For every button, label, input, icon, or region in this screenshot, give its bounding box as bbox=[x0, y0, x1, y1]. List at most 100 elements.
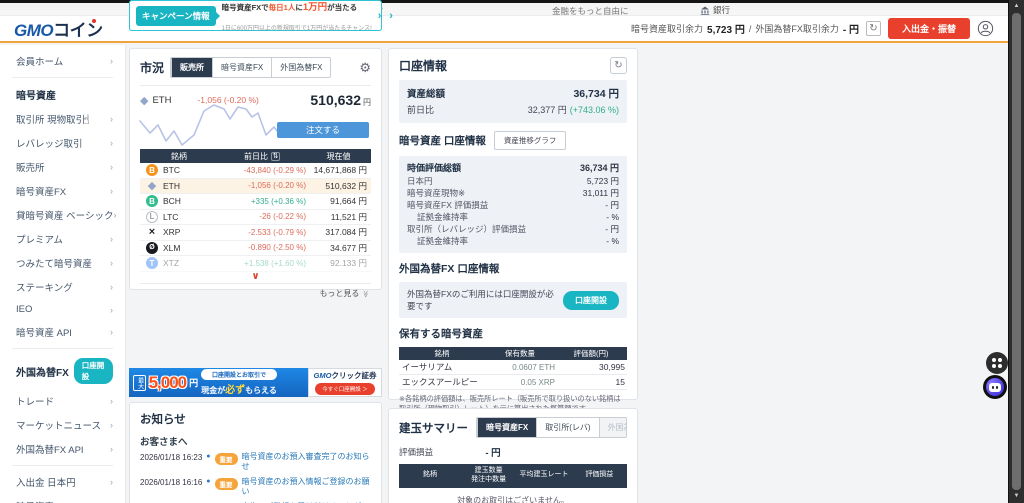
fx-open-account-button[interactable]: 口座開設 bbox=[563, 291, 619, 310]
holdings-row[interactable]: エックスアールピー 0.05 XRP 15 bbox=[399, 375, 627, 390]
sidebar-item[interactable]: プレミアム › bbox=[0, 227, 125, 251]
account-row-label: 暗号資産FX 評価損益 bbox=[407, 199, 488, 211]
see-more-link[interactable]: もっと見る ≫ bbox=[140, 283, 371, 303]
account-icon[interactable] bbox=[977, 20, 994, 37]
crypto-power-label: 暗号資産取引余力 bbox=[631, 22, 703, 35]
market-row[interactable]: TXTZ +1.538 (+1.60 %) 92.133 円 bbox=[140, 256, 371, 272]
bank-service-link[interactable]: 銀行 bbox=[700, 4, 730, 16]
fx-notice-box: 外国為替FXのご利用には口座開設が必要です 口座開設 bbox=[399, 282, 627, 318]
campaign-subtitle: 1日に600万円以上の新規取引で1万円が当たるチャンス! bbox=[222, 26, 372, 32]
sidebar-item[interactable]: 貸暗号資産 ベーシック › bbox=[0, 203, 125, 227]
sidebar-item[interactable]: 外国為替FX 口座開設 bbox=[0, 353, 125, 389]
sidebar-open-account-badge[interactable]: 口座開設 bbox=[74, 358, 113, 384]
fx-notice-text: 外国為替FXのご利用には口座開設が必要です bbox=[407, 288, 557, 312]
news-link[interactable]: 暗号資産のお預入情報ご登録のお願い bbox=[242, 477, 371, 498]
chevron-right-icon: › bbox=[113, 210, 116, 220]
sidebar-item[interactable]: IEO › bbox=[0, 299, 125, 320]
news-item[interactable]: 2026/01/18 16:16 ● 重要 暗号資産のお預入情報ご登録のお願い bbox=[140, 477, 371, 498]
expand-table-icon[interactable]: ∨ bbox=[140, 272, 371, 281]
sidebar-item-label: 貸暗号資産 ベーシック bbox=[16, 208, 113, 222]
market-row[interactable]: ØXLM -0.890 (-2.50 %) 34.677 円 bbox=[140, 241, 371, 257]
widget-menu-button[interactable] bbox=[986, 352, 1008, 374]
chevron-right-icon: › bbox=[110, 327, 113, 337]
market-row[interactable]: ×XRP -2.533 (-0.79 %) 317.084 円 bbox=[140, 225, 371, 241]
col-symbol: 銘柄 bbox=[140, 151, 218, 162]
sidebar-item-label: 販売所 bbox=[16, 160, 45, 174]
sidebar-item[interactable] bbox=[12, 465, 113, 466]
market-row[interactable]: LLTC -26 (-0.22 %) 11,521 円 bbox=[140, 210, 371, 226]
market-tabs: 販売所 暗号資産FX 外国為替FX bbox=[170, 57, 331, 78]
account-row: 日本円 5,723 円 bbox=[407, 175, 619, 187]
gmo-click-logo: GMOクリック証券 bbox=[314, 370, 377, 381]
sidebar-item[interactable]: つみたて暗号資産 › bbox=[0, 251, 125, 275]
coin-symbol: ETH bbox=[163, 181, 180, 191]
sidebar-item[interactable]: 会員ホーム › bbox=[0, 49, 125, 73]
scroll-up-icon[interactable]: ▲ bbox=[1009, 0, 1024, 13]
refresh-account-icon[interactable]: ↻ bbox=[610, 57, 627, 74]
market-tab[interactable]: 外国為替FX bbox=[271, 58, 330, 77]
ad-cash-line: 現金が必ずもらえる bbox=[201, 381, 277, 396]
news-date: 2026/01/18 16:16 bbox=[140, 477, 202, 487]
sidebar-item[interactable]: 入出金 日本円 › bbox=[0, 470, 125, 494]
col-price: 現在値 bbox=[306, 151, 371, 162]
pl-value: - 円 bbox=[399, 445, 587, 459]
refresh-balance-icon[interactable]: ↻ bbox=[866, 21, 881, 36]
gear-icon[interactable]: ⚙ bbox=[359, 60, 371, 76]
coin-change: -43,840 (-0.29 %) bbox=[218, 166, 306, 175]
sidebar-item[interactable]: 暗号資産 › bbox=[0, 494, 125, 503]
trading-power: 暗号資産取引余力 5,723 円 / 外国為替FX取引余力 - 円 bbox=[631, 21, 859, 36]
sidebar-item[interactable]: 取引所 現物取引 › bbox=[0, 107, 125, 131]
scrollbar-thumb[interactable] bbox=[1012, 13, 1021, 490]
sidebar-item-label: 外国為替FX bbox=[16, 364, 69, 379]
crypto-account-section-title: 暗号資産 口座情報 bbox=[399, 133, 486, 148]
sidebar-item[interactable]: 暗号資産 bbox=[0, 82, 125, 107]
sidebar-item[interactable]: トレード › bbox=[0, 389, 125, 413]
gmo-click-ad-banner[interactable]: 最大 5,000 円 口座開設とお取引で 現金が必ずもらえる GMOクリック証券… bbox=[129, 368, 382, 397]
positions-tab[interactable]: 取引所(レバ) bbox=[536, 418, 598, 437]
sidebar-item-label: IEO bbox=[16, 304, 32, 315]
coin-symbol: BTC bbox=[163, 165, 180, 175]
sidebar-item[interactable]: 外国為替FX API › bbox=[0, 437, 125, 461]
news-link[interactable]: 暗号資産のお預入審査完了のお知らせ bbox=[242, 452, 371, 473]
sidebar-item[interactable]: マーケットニュース › bbox=[0, 413, 125, 437]
sidebar-item[interactable]: ステーキング › bbox=[0, 275, 125, 299]
sidebar-item-label: トレード bbox=[16, 394, 54, 408]
holding-qty: 0.05 XRP bbox=[485, 378, 555, 387]
coin-change: -26 (-0.22 %) bbox=[218, 212, 306, 221]
sidebar-item[interactable]: レバレッジ取引 › bbox=[0, 131, 125, 155]
market-row[interactable]: BBTC -43,840 (-0.29 %) 14,671,868 円 bbox=[140, 163, 371, 179]
asset-graph-button[interactable]: 資産推移グラフ bbox=[494, 131, 567, 150]
positions-tab[interactable]: 暗号資産FX bbox=[477, 418, 536, 437]
holdings-row[interactable]: イーサリアム 0.0607 ETH 30,995 bbox=[399, 360, 627, 375]
gmo-coin-logo[interactable]: GMOコイン bbox=[14, 16, 105, 41]
ad-max-badge: 最大 bbox=[133, 375, 146, 391]
deposit-transfer-button[interactable]: 入出金・振替 bbox=[888, 18, 970, 39]
scroll-down-icon[interactable]: ▼ bbox=[1009, 490, 1024, 503]
chevron-right-icon: › bbox=[110, 138, 113, 148]
account-row-label: 取引所（レバレッジ）評価損益 bbox=[407, 223, 526, 235]
separator: / bbox=[749, 24, 752, 34]
positions-tab[interactable]: 外国為替FX bbox=[599, 418, 627, 437]
market-rows: BBTC -43,840 (-0.29 %) 14,671,868 円 ◆ETH… bbox=[140, 163, 371, 272]
window-scrollbar[interactable]: ▲ ▼ bbox=[1008, 0, 1024, 503]
market-row[interactable]: BBCH +335 (+0.36 %) 91,664 円 bbox=[140, 194, 371, 210]
news-item[interactable]: 2026/01/18 16:23 ● 重要 暗号資産のお預入審査完了のお知らせ bbox=[140, 452, 371, 473]
chatbot-button[interactable] bbox=[983, 375, 1007, 399]
sidebar-item[interactable]: 暗号資産 API › bbox=[0, 320, 125, 344]
campaign-banner[interactable]: キャンペーン情報 暗号資産FXで毎日1人に1万円が当たる 1日に600万円以上の… bbox=[129, 0, 382, 31]
sidebar-item[interactable]: 暗号資産FX › bbox=[0, 179, 125, 203]
holding-name: エックスアールピー bbox=[399, 376, 485, 388]
sidebar-item[interactable] bbox=[12, 77, 113, 78]
sidebar-item[interactable] bbox=[12, 348, 113, 349]
order-button[interactable]: 注文する bbox=[277, 122, 369, 138]
ad-cta-button[interactable]: 今すぐ口座開設 ＞ bbox=[315, 383, 375, 395]
market-tab[interactable]: 販売所 bbox=[171, 58, 212, 77]
sort-icon[interactable]: ⇅ bbox=[271, 152, 280, 161]
sidebar-item[interactable]: 販売所 › bbox=[0, 155, 125, 179]
account-row: 暗号資産現物※ 31,011 円 bbox=[407, 187, 619, 199]
col-qty: 保有数量 bbox=[485, 348, 555, 359]
market-row[interactable]: ◆ETH -1,056 (-0.20 %) 510,632 円 bbox=[140, 179, 371, 195]
campaign-badge: キャンペーン情報 bbox=[136, 6, 216, 26]
holdings-section-title: 保有する暗号資産 bbox=[399, 326, 483, 341]
market-tab[interactable]: 暗号資産FX bbox=[212, 58, 271, 77]
